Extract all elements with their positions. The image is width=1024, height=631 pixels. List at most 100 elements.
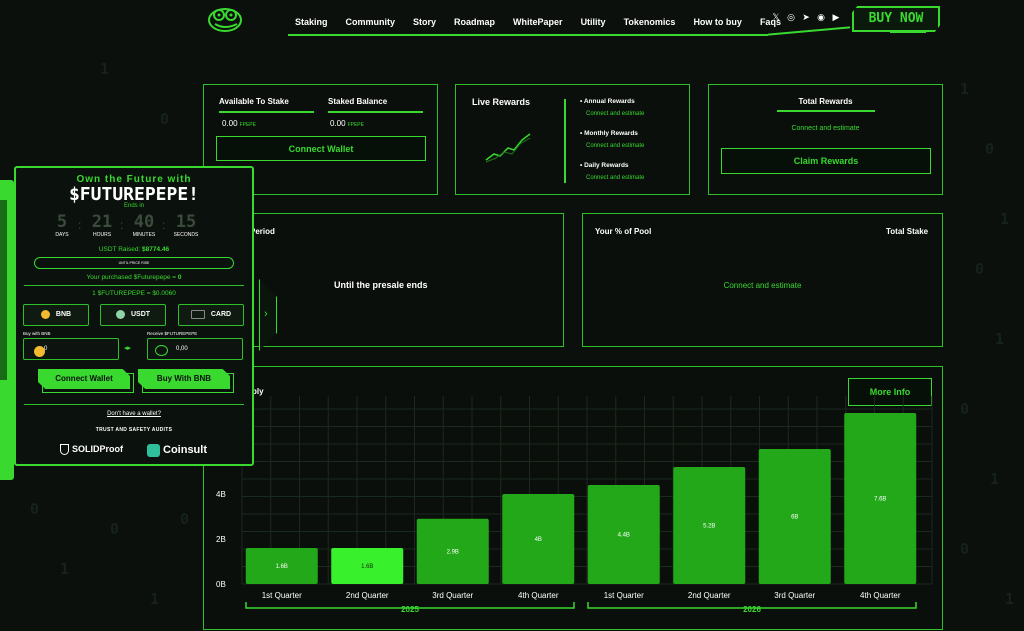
x-twitter-icon[interactable]: 𝕏 — [771, 12, 781, 22]
nav-tokenomics[interactable]: Tokenomics — [624, 17, 676, 27]
bnb-coin-icon — [40, 309, 50, 319]
token-bnb-button[interactable]: BNB — [23, 304, 89, 326]
nav-how-to-buy[interactable]: How to buy — [693, 17, 742, 27]
y-tick-label: 0B — [216, 580, 226, 589]
pool-panel: Your % of Pool Total Stake Connect and e… — [582, 213, 943, 347]
bar-value-label: 4B — [535, 537, 542, 543]
period-panel: Period Until the presale ends › — [203, 213, 564, 351]
countdown-separator: : — [78, 218, 82, 232]
total-rewards-title: Total Rewards — [798, 97, 853, 106]
futurepepe-coin-icon — [155, 345, 168, 356]
top-nav: Staking Community Story Roadmap WhitePap… — [0, 0, 1024, 40]
bar-value-label: 2.9B — [447, 549, 459, 555]
pay-label: Buy with BNB — [23, 331, 51, 336]
nav-underline-slant — [768, 26, 850, 36]
bnb-coin-icon — [34, 346, 45, 357]
divider — [24, 404, 244, 405]
divider — [219, 111, 314, 113]
nav-utility[interactable]: Utility — [581, 17, 606, 27]
token-usdt-button[interactable]: USDT — [100, 304, 166, 326]
bar-value-label: 7.6B — [874, 497, 886, 503]
monthly-rewards-label: • Monthly Rewards — [580, 130, 638, 137]
category-label: 1st Quarter — [604, 591, 644, 600]
supply-chart: 0B 2B 4B 1.6B 1st Quarter 1.6B 2nd Quarter 2.9B… — [216, 396, 933, 614]
countdown-seconds: 15 SECONDS — [173, 212, 199, 238]
category-label: 2nd Quarter — [688, 591, 731, 600]
widget-connect-wallet-button[interactable]: Connect Wallet — [38, 369, 130, 389]
swap-arrows-icon[interactable]: ◂▸ — [124, 344, 131, 352]
group-label: 2026 — [743, 605, 761, 614]
telegram-icon[interactable]: ➤ — [801, 12, 811, 22]
buy-now-button[interactable]: BUY NOW — [852, 6, 940, 32]
daily-rewards-label: • Daily Rewards — [580, 162, 629, 169]
category-label: 2nd Quarter — [346, 591, 389, 600]
category-label: 3rd Quarter — [774, 591, 815, 600]
countdown-separator: : — [162, 218, 166, 232]
receive-label: Receive $FUTUREPEPE — [147, 331, 198, 336]
countdown-minutes: 40 MINUTES — [132, 212, 156, 238]
daily-rewards-value: Connect and estimate — [586, 175, 645, 181]
bar-value-label: 1.6B — [361, 564, 373, 570]
solidproof-logo[interactable]: SOLIDProof — [60, 444, 123, 455]
category-label: 3rd Quarter — [432, 591, 473, 600]
discord-icon[interactable]: ◉ — [816, 12, 826, 22]
bar-value-label: 1.6B — [276, 564, 288, 570]
nav-whitepaper[interactable]: WhitePaper — [513, 17, 563, 27]
bar-value-label: 5.2B — [703, 524, 715, 530]
divider — [777, 110, 875, 112]
presale-brand: $FUTUREPEPE! — [68, 184, 200, 205]
token-card-button[interactable]: CARD — [178, 304, 244, 326]
available-to-stake-label: Available To Stake — [219, 97, 289, 106]
nav-staking[interactable]: Staking — [295, 17, 328, 27]
category-label: 4th Quarter — [860, 591, 901, 600]
divider — [24, 285, 244, 286]
buy-with-bnb-button[interactable]: Buy With BNB — [138, 369, 230, 389]
divider — [328, 111, 423, 113]
total-rewards-value: Connect and estimate — [791, 125, 860, 132]
widget-side-tab-inner — [0, 200, 7, 380]
countdown-hours: 21 HOURS — [91, 212, 113, 238]
ends-in-label: Ends in — [123, 203, 144, 209]
total-rewards-panel: Total Rewards Connect and estimate Claim… — [708, 84, 943, 195]
no-wallet-link[interactable]: Don't have a wallet? — [16, 411, 252, 417]
coinsult-icon — [147, 444, 160, 457]
coinsult-logo[interactable]: Coinsult — [147, 444, 207, 457]
live-rewards-title: Live Rewards — [472, 97, 531, 107]
category-label: 4th Quarter — [518, 591, 559, 600]
usdt-coin-icon — [115, 309, 125, 319]
monthly-rewards-value: Connect and estimate — [586, 143, 645, 149]
youtube-icon[interactable]: ▶ — [831, 12, 841, 22]
category-label: 1st Quarter — [262, 591, 302, 600]
chevron-right-icon: › — [264, 308, 268, 320]
pool-estimate-text: Connect and estimate — [723, 281, 802, 290]
live-rewards-panel: Live Rewards • Annual Rewards Connect an… — [455, 84, 690, 195]
pool-pct-label: Your % of Pool — [595, 227, 652, 236]
nav-community[interactable]: Community — [346, 17, 396, 27]
period-text: Until the presale ends — [334, 280, 428, 290]
nav-roadmap[interactable]: Roadmap — [454, 17, 495, 27]
presale-progress-bar: UNTIL PRICE RISE — [34, 257, 234, 269]
instagram-icon[interactable]: ◎ — [786, 12, 796, 22]
usdt-raised: USDT Raised: $8774.46 — [98, 246, 170, 253]
token-rate: 1 $FUTUREPEPE = $0.0060 — [92, 290, 176, 297]
bar-value-label: 4.4B — [618, 533, 630, 539]
claim-rewards-button[interactable]: Claim Rewards — [721, 148, 931, 174]
countdown-separator: : — [120, 218, 124, 232]
annual-rewards-label: • Annual Rewards — [580, 98, 635, 105]
presale-widget: Own the Future with $FUTUREPEPE! Ends in… — [14, 166, 254, 466]
rewards-graph-icon — [485, 133, 531, 163]
connect-wallet-button[interactable]: Connect Wallet — [216, 136, 426, 161]
nav-underline — [288, 34, 768, 36]
nav-story[interactable]: Story — [413, 17, 436, 27]
bar-value-label: 6B — [791, 515, 798, 521]
carousel-next-button[interactable]: › — [259, 279, 277, 351]
staked-value: 0.00 FPEPE — [330, 119, 364, 128]
countdown-days: 5 DAYS — [55, 212, 69, 238]
annual-rewards-value: Connect and estimate — [586, 111, 645, 117]
y-tick-label: 4B — [216, 490, 226, 499]
purchased-amount: Your purchased $Futurepepe = 0 — [86, 274, 182, 281]
available-value: 0.00 FPEPE — [222, 119, 256, 128]
shield-icon — [60, 444, 69, 455]
buy-now-decoration — [890, 30, 926, 33]
pepe-logo-icon[interactable] — [205, 4, 247, 34]
